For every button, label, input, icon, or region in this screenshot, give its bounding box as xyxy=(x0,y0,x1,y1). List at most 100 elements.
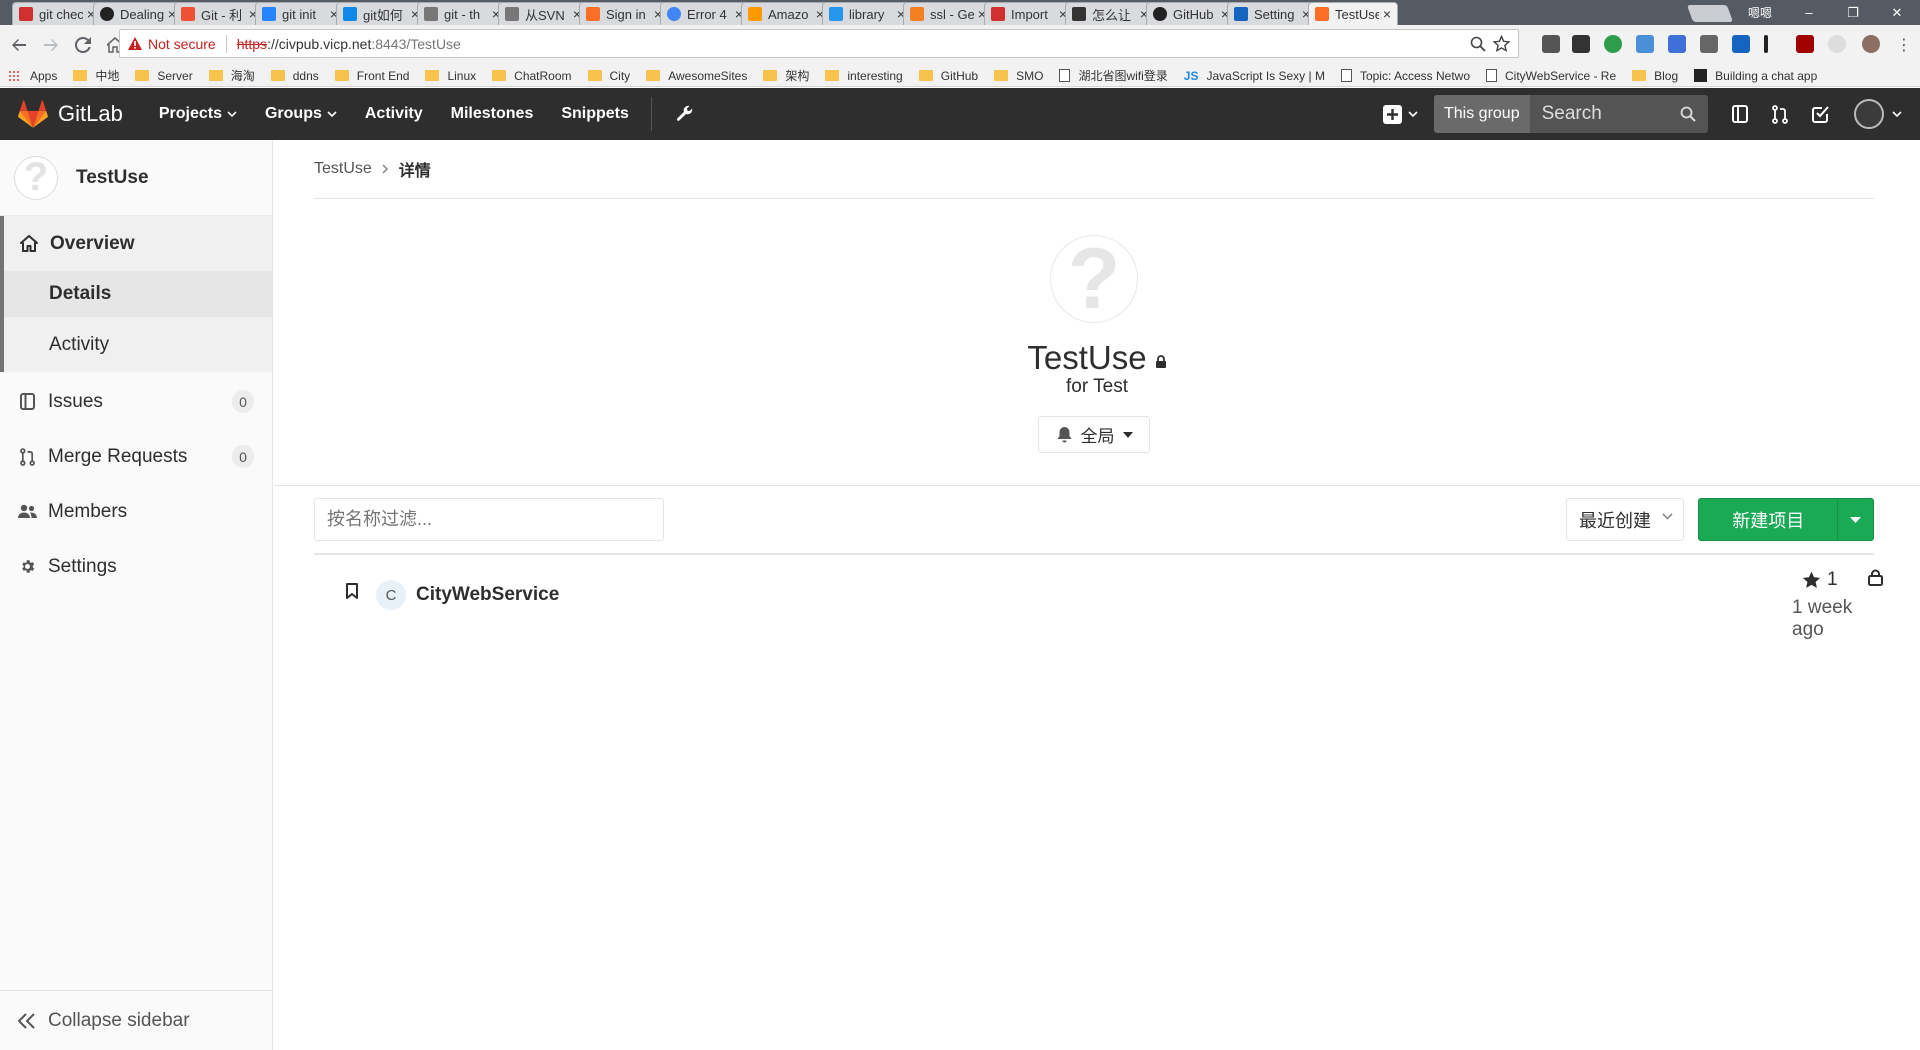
new-project-dropdown-toggle[interactable] xyxy=(1837,499,1873,540)
project-list-item[interactable]: C CityWebService 1 1 week ago xyxy=(314,557,1883,642)
browser-tab[interactable]: Setting × xyxy=(1227,2,1317,25)
bookmark-item[interactable]: CityWebService - Re xyxy=(1486,69,1616,83)
bookmark-item[interactable]: Blog xyxy=(1632,69,1678,83)
search-box[interactable]: This group Search xyxy=(1434,95,1708,133)
issues-icon[interactable] xyxy=(1732,105,1748,123)
extension-icon[interactable] xyxy=(1542,35,1560,53)
collapse-sidebar-button[interactable]: Collapse sidebar xyxy=(0,990,272,1050)
todos-icon[interactable] xyxy=(1812,105,1830,123)
bookmark-item[interactable]: Topic: Access Netwo xyxy=(1340,69,1470,83)
translate-icon[interactable] xyxy=(1668,35,1686,53)
project-name-link[interactable]: CityWebService xyxy=(416,584,559,606)
forward-icon[interactable] xyxy=(38,32,64,58)
browser-tab[interactable]: Amazo × xyxy=(741,2,831,25)
bookmark-item[interactable]: 湖北省图wifi登录 xyxy=(1059,67,1168,84)
bookmark-item[interactable]: AwesomeSites xyxy=(646,69,747,83)
extension-icon[interactable] xyxy=(1572,35,1590,53)
bookmark-item[interactable]: ddns xyxy=(270,69,319,83)
bookmark-item[interactable]: JS JavaScript Is Sexy | M xyxy=(1184,69,1325,83)
search-input[interactable]: Search xyxy=(1530,103,1680,125)
bookmark-item[interactable]: 架构 xyxy=(763,67,809,84)
sidebar-item-settings[interactable]: Settings xyxy=(0,539,272,594)
extension-icon[interactable] xyxy=(1862,35,1880,53)
browser-tab[interactable]: 怎么让 × xyxy=(1065,2,1155,25)
nav-groups[interactable]: Groups xyxy=(265,105,337,123)
close-window-icon[interactable]: ✕ xyxy=(1874,0,1920,25)
new-tab-button[interactable] xyxy=(1686,5,1734,22)
filter-by-name-input[interactable] xyxy=(314,498,664,541)
extension-icon[interactable] xyxy=(1636,35,1654,53)
bookmark-item[interactable]: Front End xyxy=(334,69,409,83)
sidebar-group-name[interactable]: TestUse xyxy=(76,167,149,189)
minimize-icon[interactable]: ‒ xyxy=(1786,0,1832,25)
zoom-icon[interactable] xyxy=(1470,36,1486,52)
merge-requests-icon[interactable] xyxy=(1772,104,1788,124)
search-scope-badge[interactable]: This group xyxy=(1434,95,1530,133)
bookmark-item[interactable]: Apps xyxy=(8,69,57,83)
browser-tab[interactable]: git chec × xyxy=(12,2,102,25)
bookmark-item[interactable]: SMO xyxy=(994,69,1043,83)
reload-icon[interactable] xyxy=(70,32,96,58)
new-dropdown-button[interactable] xyxy=(1383,104,1418,124)
sort-dropdown[interactable]: 最近创建 xyxy=(1566,498,1684,541)
bookmark-item[interactable]: Building a chat app xyxy=(1694,69,1817,83)
nav-milestones[interactable]: Milestones xyxy=(451,105,534,123)
notification-settings-dropdown[interactable]: 全局 xyxy=(1038,416,1150,453)
admin-wrench-icon[interactable] xyxy=(676,105,694,123)
sidebar-item-merge-requests[interactable]: Merge Requests 0 xyxy=(0,429,272,484)
browser-tab[interactable]: git init × xyxy=(255,2,345,25)
browser-tab[interactable]: ssl - Ge × xyxy=(903,2,993,25)
nav-snippets[interactable]: Snippets xyxy=(561,105,629,123)
bookmark-item[interactable]: GitHub xyxy=(918,69,978,83)
user-avatar[interactable] xyxy=(1854,99,1884,129)
browser-tab[interactable]: Import × xyxy=(984,2,1074,25)
sidebar-item-issues[interactable]: Issues 0 xyxy=(0,374,272,429)
not-secure-label[interactable]: Not secure xyxy=(148,36,216,52)
browser-tab[interactable]: Dealing × xyxy=(93,2,183,25)
bookmark-item[interactable]: Linux xyxy=(425,69,476,83)
bookmark-item[interactable]: ChatRoom xyxy=(492,69,572,83)
browser-tab[interactable]: Sign in × xyxy=(579,2,669,25)
new-project-button[interactable]: 新建项目 xyxy=(1699,507,1837,533)
browser-profile-name[interactable]: 嗯嗯 xyxy=(1738,0,1782,25)
chrome-menu-icon[interactable]: ⋮ xyxy=(1896,35,1912,55)
bookmark-star-icon[interactable] xyxy=(1493,35,1510,52)
issues-count-badge: 0 xyxy=(232,390,254,413)
nav-activity[interactable]: Activity xyxy=(365,105,423,123)
browser-tab[interactable]: git - th × xyxy=(417,2,507,25)
sidebar-item-members[interactable]: Members xyxy=(0,484,272,539)
bookmark-item[interactable]: City xyxy=(587,69,630,83)
back-icon[interactable] xyxy=(6,32,32,58)
address-bar[interactable]: Not secure https ://civpub.vicp.net :844… xyxy=(119,29,1519,58)
star-icon xyxy=(1802,571,1821,589)
browser-tab[interactable]: Git - 利 × xyxy=(174,2,264,25)
sidebar-item-overview[interactable]: Overview xyxy=(4,216,272,271)
bookmark-item[interactable]: interesting xyxy=(825,69,903,83)
sidebar-item-activity[interactable]: Activity xyxy=(4,317,272,372)
bookmark-item[interactable]: 中地 xyxy=(73,67,119,84)
browser-tab[interactable]: 从SVN × xyxy=(498,2,588,25)
breadcrumb-current[interactable]: 详情 xyxy=(399,157,431,181)
browser-tab[interactable]: Error 4 × xyxy=(660,2,750,25)
bookmark-item[interactable]: Server xyxy=(135,69,193,83)
gitlab-logo[interactable]: GitLab xyxy=(18,100,123,128)
browser-tab[interactable]: library × xyxy=(822,2,912,25)
breadcrumb-group-link[interactable]: TestUse xyxy=(314,160,372,178)
extension-icon[interactable] xyxy=(1700,35,1718,53)
sidebar-item-details[interactable]: Details xyxy=(4,271,272,317)
sidebar-item-label: Members xyxy=(48,500,128,522)
browser-tab[interactable]: TestUse × xyxy=(1308,2,1398,25)
sidebar-group-header[interactable]: ? TestUse xyxy=(0,140,272,216)
ublock-icon[interactable] xyxy=(1796,35,1814,53)
nav-projects[interactable]: Projects xyxy=(159,105,237,123)
brand-name[interactable]: GitLab xyxy=(58,101,123,127)
maximize-icon[interactable]: ❐ xyxy=(1830,0,1876,25)
browser-tab[interactable]: git如何 × xyxy=(336,2,426,25)
extension-icon[interactable] xyxy=(1732,35,1750,53)
close-tab-icon[interactable]: × xyxy=(1383,6,1391,22)
bookmark-item[interactable]: 海淘 xyxy=(208,67,255,84)
browser-tab[interactable]: GitHub × xyxy=(1146,2,1236,25)
extension-icon[interactable] xyxy=(1764,35,1768,53)
extension-icon[interactable] xyxy=(1604,35,1622,53)
extension-icon[interactable] xyxy=(1828,35,1846,53)
